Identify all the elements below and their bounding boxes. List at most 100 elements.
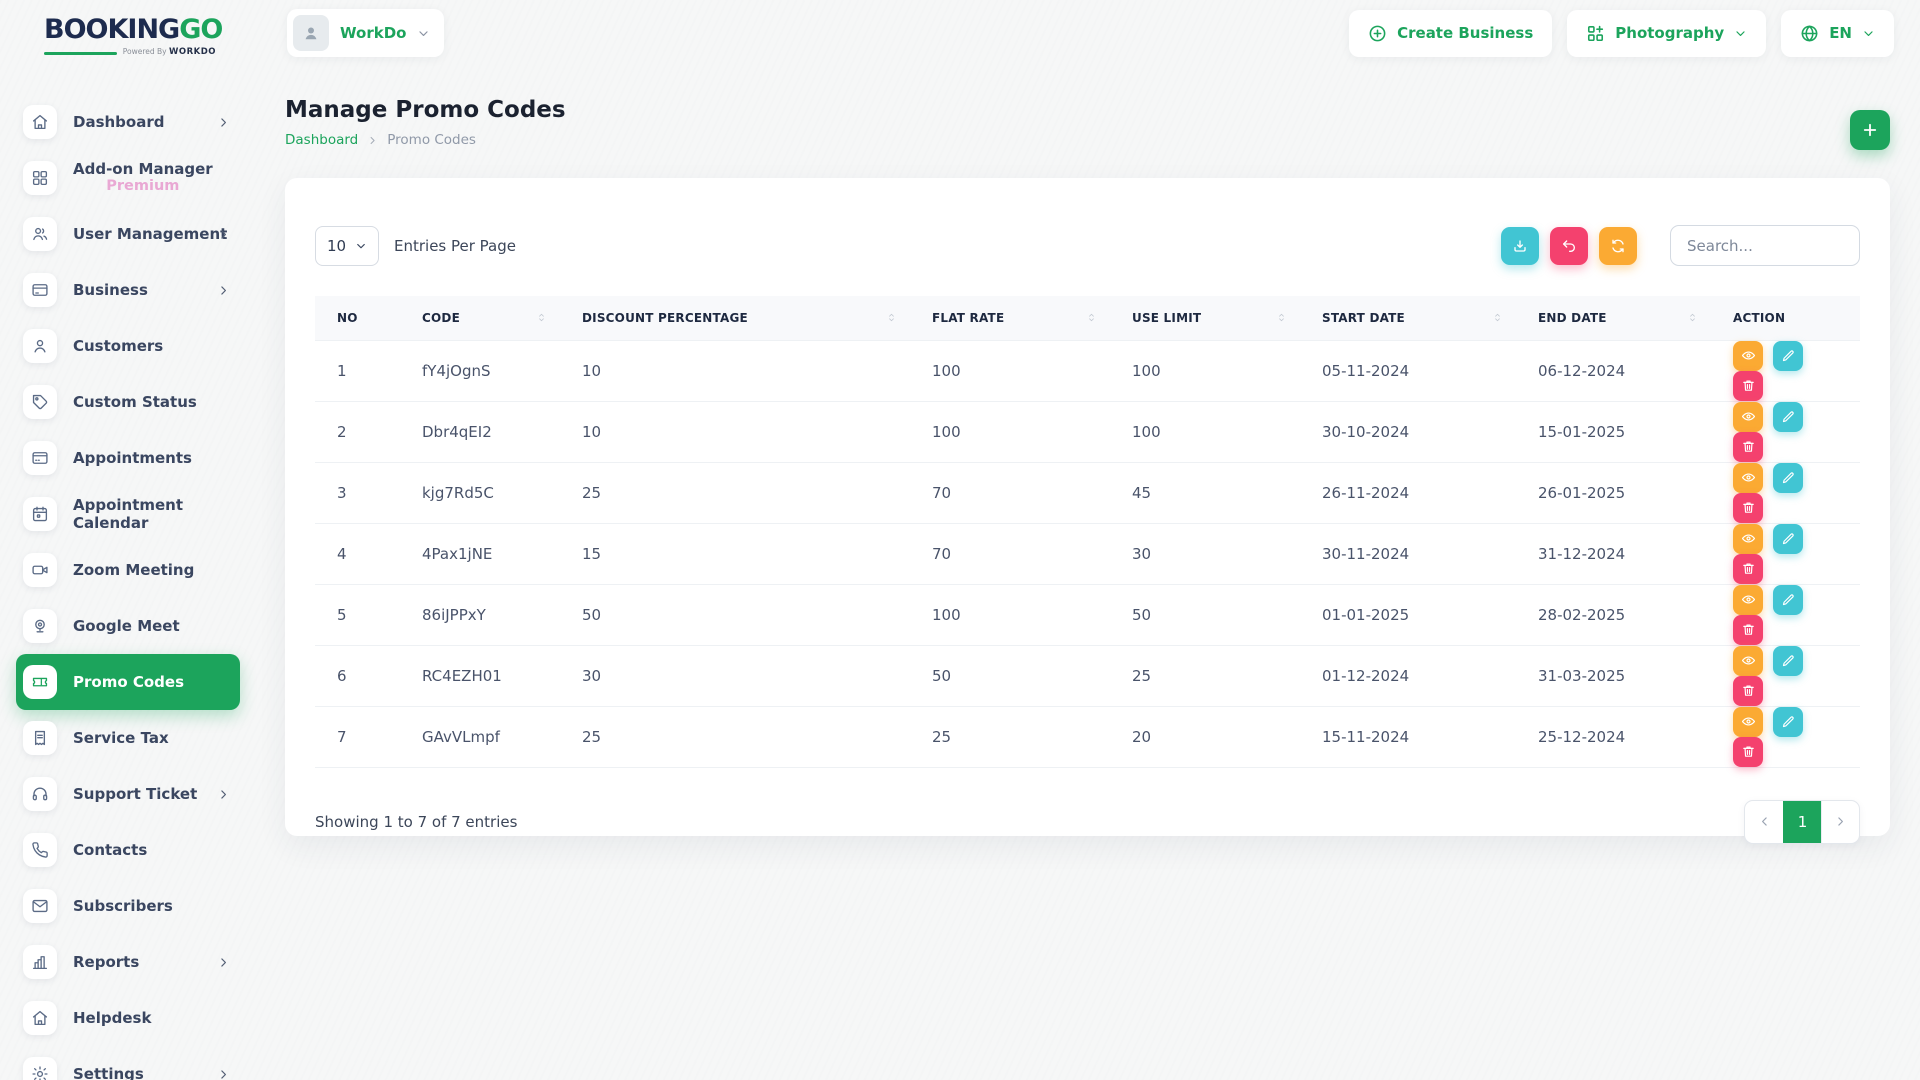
export-button[interactable] <box>1501 227 1539 265</box>
video-icon <box>31 561 49 579</box>
sidebar-item-promo-codes[interactable]: Promo Codes <box>16 654 240 710</box>
chevron-right-icon <box>217 116 230 129</box>
view-button[interactable] <box>1733 524 1763 554</box>
cell-end: 06-12-2024 <box>1516 340 1711 401</box>
sidebar-item-business[interactable]: Business <box>0 262 262 318</box>
column-header-flat-rate[interactable]: FLAT RATE <box>910 296 1110 340</box>
pagination-prev-button[interactable] <box>1745 801 1783 843</box>
delete-button[interactable] <box>1733 676 1763 706</box>
cell-code: fY4jOgnS <box>400 340 560 401</box>
view-button[interactable] <box>1733 463 1763 493</box>
sidebar-item-customers[interactable]: Customers <box>0 318 262 374</box>
view-button[interactable] <box>1733 707 1763 737</box>
sort-icon <box>1275 311 1288 324</box>
refresh-icon <box>1610 238 1626 254</box>
home-icon <box>23 1001 57 1035</box>
edit-button[interactable] <box>1773 463 1803 493</box>
sidebar-item-label: Add-on ManagerPremium <box>73 160 213 195</box>
reset-button[interactable] <box>1550 227 1588 265</box>
cell-discount: 50 <box>560 584 910 645</box>
column-header-start-date[interactable]: START DATE <box>1300 296 1516 340</box>
sidebar-item-appointments[interactable]: Appointments <box>0 430 262 486</box>
pencil-icon <box>1781 348 1796 363</box>
cell-limit: 30 <box>1110 523 1300 584</box>
app-logo[interactable]: BOOKINGGO Powered By WORKDO <box>44 16 216 57</box>
delete-button[interactable] <box>1733 615 1763 645</box>
edit-button[interactable] <box>1773 707 1803 737</box>
cell-start: 01-01-2025 <box>1300 584 1516 645</box>
webcam-icon <box>31 617 49 635</box>
sidebar-item-subscribers[interactable]: Subscribers <box>0 878 262 934</box>
sidebar-item-label: Business <box>73 281 148 299</box>
sidebar-item-settings[interactable]: Settings <box>0 1046 262 1080</box>
delete-button[interactable] <box>1733 493 1763 523</box>
cell-action <box>1711 584 1860 645</box>
cell-start: 01-12-2024 <box>1300 645 1516 706</box>
delete-button[interactable] <box>1733 554 1763 584</box>
pagination-next-button[interactable] <box>1821 801 1859 843</box>
sidebar-item-user-management[interactable]: User Management <box>0 206 262 262</box>
chev-right-icon <box>217 956 230 969</box>
pagination-page-1[interactable]: 1 <box>1783 801 1821 843</box>
pencil-icon <box>1781 470 1796 485</box>
edit-button[interactable] <box>1773 402 1803 432</box>
sidebar-item-appointment-calendar[interactable]: Appointment Calendar <box>0 486 262 542</box>
view-button[interactable] <box>1733 341 1763 371</box>
chev-right-icon <box>217 284 230 297</box>
add-promo-code-button[interactable] <box>1850 110 1890 150</box>
edit-button[interactable] <box>1773 646 1803 676</box>
premium-badge: Premium <box>106 178 179 195</box>
sidebar-item-custom-status[interactable]: Custom Status <box>0 374 262 430</box>
credit-card-icon <box>31 281 49 299</box>
home-icon <box>23 105 57 139</box>
sidebar-item-label: Service Tax <box>73 729 169 747</box>
create-business-button[interactable]: Create Business <box>1349 10 1552 57</box>
gear-icon <box>23 1057 57 1080</box>
sort-icon <box>535 311 548 324</box>
app-logo-text: BOOKINGGO <box>44 16 216 44</box>
column-header-use-limit[interactable]: USE LIMIT <box>1110 296 1300 340</box>
table-footer: Showing 1 to 7 of 7 entries 1 <box>315 800 1860 844</box>
cell-discount: 25 <box>560 462 910 523</box>
sidebar-item-dashboard[interactable]: Dashboard <box>0 94 262 150</box>
cell-action <box>1711 462 1860 523</box>
cell-end: 25-12-2024 <box>1516 706 1711 767</box>
language-dropdown[interactable]: EN <box>1781 10 1894 57</box>
entries-per-page-select[interactable]: 10 <box>315 226 379 266</box>
delete-button[interactable] <box>1733 371 1763 401</box>
breadcrumb-dashboard-link[interactable]: Dashboard <box>285 132 358 148</box>
cell-no: 5 <box>315 584 400 645</box>
workspace-switcher[interactable]: WorkDo <box>287 9 444 57</box>
refresh-button[interactable] <box>1599 227 1637 265</box>
view-button[interactable] <box>1733 646 1763 676</box>
chevron-down-icon <box>1734 27 1747 40</box>
view-button[interactable] <box>1733 585 1763 615</box>
edit-button[interactable] <box>1773 585 1803 615</box>
chevron-right-icon <box>217 1068 230 1080</box>
sidebar-item-service-tax[interactable]: Service Tax <box>0 710 262 766</box>
phone-icon <box>23 833 57 867</box>
edit-button[interactable] <box>1773 341 1803 371</box>
sidebar-item-helpdesk[interactable]: Helpdesk <box>0 990 262 1046</box>
column-header-code[interactable]: CODE <box>400 296 560 340</box>
delete-button[interactable] <box>1733 432 1763 462</box>
delete-button[interactable] <box>1733 737 1763 767</box>
column-header-end-date[interactable]: END DATE <box>1516 296 1711 340</box>
search-input[interactable] <box>1670 225 1860 266</box>
sidebar-item-zoom-meeting[interactable]: Zoom Meeting <box>0 542 262 598</box>
sidebar-item-reports[interactable]: Reports <box>0 934 262 990</box>
phone-icon <box>31 841 49 859</box>
sidebar-item-support-ticket[interactable]: Support Ticket <box>0 766 262 822</box>
sidebar-item-contacts[interactable]: Contacts <box>0 822 262 878</box>
sidebar-item-add-on-manager[interactable]: Add-on ManagerPremium <box>0 150 262 206</box>
view-button[interactable] <box>1733 402 1763 432</box>
business-type-dropdown[interactable]: Photography <box>1567 10 1766 57</box>
trash-icon <box>1741 500 1756 515</box>
cell-end: 26-01-2025 <box>1516 462 1711 523</box>
sidebar-item-google-meet[interactable]: Google Meet <box>0 598 262 654</box>
cell-flat: 100 <box>910 401 1110 462</box>
column-header-discount-percentage[interactable]: DISCOUNT PERCENTAGE <box>560 296 910 340</box>
chevron-down-icon <box>417 27 430 40</box>
cell-limit: 45 <box>1110 462 1300 523</box>
edit-button[interactable] <box>1773 524 1803 554</box>
